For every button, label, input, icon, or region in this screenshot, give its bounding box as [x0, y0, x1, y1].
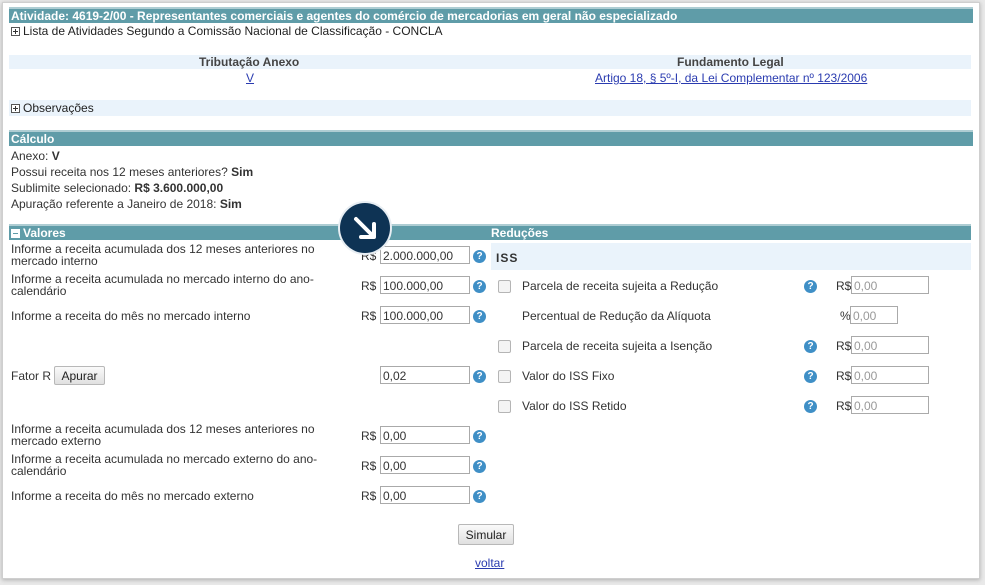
fator-r-input[interactable]: 0,02	[380, 366, 470, 384]
valores-label-1: Informe a receita acumulada dos 12 meses…	[11, 242, 315, 268]
tributacao-anexo-header: Tributação Anexo	[199, 55, 300, 69]
valores-reducoes-header: Valores Reduções	[9, 224, 971, 240]
currency-label: R$	[361, 309, 377, 323]
calculo-line: Sublimite selecionado: R$ 3.600.000,00	[11, 181, 224, 195]
help-icon[interactable]: ?	[804, 370, 817, 383]
anexo-link[interactable]: V	[246, 71, 254, 85]
isencao-input[interactable]: 0,00	[851, 336, 929, 354]
reducao-input[interactable]: 0,00	[851, 276, 929, 294]
iss-retido-checkbox[interactable]	[498, 400, 511, 413]
page-frame: Atividade: 4619-2/00 - Representantes co…	[2, 2, 980, 579]
receita-mes-externo-input[interactable]: 0,00	[380, 486, 470, 504]
valores-label-6: Informe a receita do mês no mercado exte…	[11, 489, 254, 503]
arrow-down-right-icon	[354, 217, 376, 239]
collapse-minus-icon[interactable]	[11, 229, 20, 239]
voltar-link[interactable]: voltar	[475, 556, 504, 570]
help-icon[interactable]: ?	[473, 310, 486, 323]
help-icon[interactable]: ?	[473, 370, 486, 383]
concla-label: Lista de Atividades Segundo a Comissão N…	[23, 24, 443, 38]
receita-ano-externo-input[interactable]: 0,00	[380, 456, 470, 474]
help-icon[interactable]: ?	[473, 250, 486, 263]
tributacao-row: V Artigo 18, § 5º-I, da Lei Complementar…	[9, 71, 971, 87]
receita-mes-interno-input[interactable]: 100.000,00	[380, 306, 470, 324]
arrow-badge	[340, 203, 390, 253]
valores-toggle[interactable]: Valores	[11, 226, 66, 240]
tributacao-header-row: Tributação Anexo Fundamento Legal	[9, 55, 971, 69]
observacoes-label: Observações	[23, 101, 94, 115]
calculo-line: Apuração referente a Janeiro de 2018: Si…	[11, 197, 242, 211]
help-icon[interactable]: ?	[473, 490, 486, 503]
help-icon[interactable]: ?	[473, 280, 486, 293]
help-icon[interactable]: ?	[804, 280, 817, 293]
valores-label-4: Informe a receita acumulada dos 12 meses…	[11, 422, 315, 448]
currency-label: R$	[361, 459, 377, 473]
simular-button[interactable]: Simular	[458, 524, 514, 545]
expand-plus-icon[interactable]	[11, 27, 20, 37]
receita-ano-interno-input[interactable]: 100.000,00	[380, 276, 470, 294]
observacoes-toggle[interactable]: Observações	[11, 101, 94, 115]
percentual-reducao-label: Percentual de Redução da Alíquota	[522, 309, 711, 323]
isencao-checkbox[interactable]	[498, 340, 511, 353]
receita-12m-externo-input[interactable]: 0,00	[380, 426, 470, 444]
calculo-title: Cálculo	[11, 132, 55, 146]
iss-label: ISS	[496, 251, 519, 265]
reducao-checkbox[interactable]	[498, 280, 511, 293]
help-icon[interactable]: ?	[804, 340, 817, 353]
currency-label: R$	[361, 429, 377, 443]
percentual-reducao-input[interactable]: 0,00	[850, 306, 898, 324]
currency-prefix: R$	[836, 399, 852, 413]
currency-prefix: R$	[836, 369, 852, 383]
reducao-label: Parcela de receita sujeita a Redução	[522, 279, 719, 293]
help-icon[interactable]: ?	[473, 430, 486, 443]
valores-label-3: Informe a receita do mês no mercado inte…	[11, 309, 251, 323]
reducoes-title: Reduções	[491, 226, 549, 240]
receita-12m-interno-input[interactable]: 2.000.000,00	[380, 246, 470, 264]
help-icon[interactable]: ?	[804, 400, 817, 413]
atividade-title: Atividade: 4619-2/00 - Representantes co…	[11, 9, 678, 23]
iss-retido-label: Valor do ISS Retido	[522, 399, 627, 413]
help-icon[interactable]: ?	[473, 460, 486, 473]
concla-toggle[interactable]: Lista de Atividades Segundo a Comissão N…	[11, 24, 443, 38]
calculo-line: Possui receita nos 12 meses anteriores? …	[11, 165, 254, 179]
iss-fixo-input[interactable]: 0,00	[851, 366, 929, 384]
observacoes-row[interactable]: Observações	[9, 100, 971, 116]
valores-label-5: Informe a receita acumulada no mercado e…	[11, 452, 318, 478]
calculo-summary: Anexo: V Possui receita nos 12 meses ant…	[11, 148, 253, 212]
iss-retido-input[interactable]: 0,00	[851, 396, 929, 414]
valores-label-2: Informe a receita acumulada no mercado i…	[11, 272, 314, 298]
iss-fixo-label: Valor do ISS Fixo	[522, 369, 615, 383]
currency-prefix: R$	[836, 279, 852, 293]
fundamento-legal-link[interactable]: Artigo 18, § 5º-I, da Lei Complementar n…	[595, 71, 867, 85]
isencao-label: Parcela de receita sujeita a Isenção	[522, 339, 713, 353]
apurar-button[interactable]: Apurar	[54, 366, 105, 385]
iss-section-row: ISS	[491, 243, 971, 270]
currency-prefix: R$	[836, 339, 852, 353]
currency-label: R$	[361, 279, 377, 293]
valores-title: Valores	[23, 226, 66, 240]
expand-plus-icon[interactable]	[11, 104, 20, 114]
fundamento-legal-header: Fundamento Legal	[677, 55, 784, 69]
iss-fixo-checkbox[interactable]	[498, 370, 511, 383]
atividade-header: Atividade: 4619-2/00 - Representantes co…	[9, 7, 973, 23]
currency-label: R$	[361, 489, 377, 503]
calculo-header: Cálculo	[9, 130, 973, 146]
fator-r-label: Fator R	[11, 369, 52, 383]
calculo-line: Anexo: V	[11, 149, 60, 163]
